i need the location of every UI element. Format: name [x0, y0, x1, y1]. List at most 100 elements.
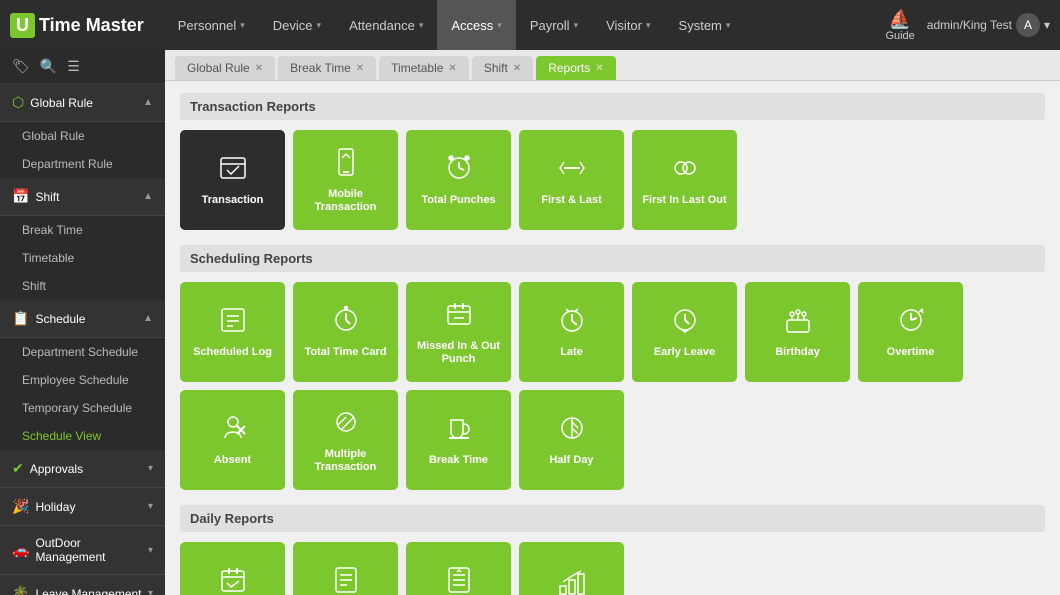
card-late[interactable]: Late: [519, 282, 624, 382]
sidebar-item-break-time[interactable]: Break Time: [0, 216, 165, 244]
chevron-icon: ▲: [143, 97, 153, 108]
search-icon[interactable]: 🔍: [40, 58, 57, 75]
sidebar-section-leave[interactable]: 🌴 Leave Management ▾: [0, 575, 165, 595]
guide-button[interactable]: ⛵ Guide: [885, 9, 914, 42]
user-info[interactable]: admin/King Test A ▾: [927, 13, 1050, 37]
sidebar-approvals-label: Approvals: [30, 462, 148, 476]
nav-device[interactable]: Device ▾: [259, 0, 335, 50]
guide-icon: ⛵: [889, 9, 911, 30]
sidebar-item-dept-schedule[interactable]: Department Schedule: [0, 338, 165, 366]
main-content: Transaction Reports Transaction Mobile T…: [165, 81, 1060, 595]
nav-system[interactable]: System ▾: [665, 0, 745, 50]
nav-payroll[interactable]: Payroll ▾: [516, 0, 592, 50]
daily-reports-section: Daily Reports: [180, 505, 1045, 532]
app-logo[interactable]: U Time Master: [10, 13, 144, 38]
card-multiple-transaction[interactable]: Multiple Transaction: [293, 390, 398, 490]
tab-reports-close[interactable]: ✕: [595, 63, 603, 74]
sidebar: 🏷 🔍 ☰ ⬡ Global Rule ▲ Global Rule Depart…: [0, 50, 165, 595]
nav-access[interactable]: Access ▾: [437, 0, 515, 50]
user-dropdown-icon: ▾: [1044, 18, 1050, 32]
scheduling-reports-grid: Scheduled Log Total Time Card Missed In …: [180, 282, 1045, 490]
sidebar-section-approvals[interactable]: ✔ Approvals ▾: [0, 450, 165, 488]
sidebar-item-timetable[interactable]: Timetable: [0, 244, 165, 272]
tab-timetable-close[interactable]: ✕: [448, 63, 456, 74]
tab-shift[interactable]: Shift ✕: [472, 56, 533, 80]
card-early-leave-label: Early Leave: [654, 346, 715, 359]
card-missed-in-out[interactable]: Missed In & Out Punch: [406, 282, 511, 382]
card-mobile-transaction[interactable]: Mobile Transaction: [293, 130, 398, 230]
mobile-transaction-icon: [330, 146, 362, 182]
card-daily-attendance[interactable]: Daily Attendance: [180, 542, 285, 595]
tab-shift-close[interactable]: ✕: [513, 63, 521, 74]
tab-global-rule-close[interactable]: ✕: [255, 63, 263, 74]
sidebar-item-temp-schedule[interactable]: Temporary Schedule: [0, 394, 165, 422]
sidebar-item-schedule-view[interactable]: Schedule View: [0, 422, 165, 450]
sidebar-section-outdoor[interactable]: 🚗 OutDoor Management ▾: [0, 526, 165, 575]
tab-timetable[interactable]: Timetable ✕: [379, 56, 469, 80]
card-scheduled-log-label: Scheduled Log: [193, 346, 272, 359]
card-absent-label: Absent: [214, 454, 251, 467]
approvals-icon: ✔: [12, 460, 24, 477]
sidebar-item-shift[interactable]: Shift: [0, 272, 165, 300]
early-leave-icon: [669, 304, 701, 340]
tab-global-rule[interactable]: Global Rule ✕: [175, 56, 275, 80]
tab-break-time-close[interactable]: ✕: [356, 63, 364, 74]
card-daily-status[interactable]: Daily Status: [519, 542, 624, 595]
nav-right: ⛵ Guide admin/King Test A ▾: [885, 9, 1050, 42]
sidebar-section-schedule[interactable]: 📋 Schedule ▲: [0, 300, 165, 338]
card-early-leave[interactable]: Early Leave: [632, 282, 737, 382]
nav-attendance[interactable]: Attendance ▾: [335, 0, 437, 50]
missed-in-out-icon: [443, 298, 475, 334]
birthday-icon: [782, 304, 814, 340]
card-scheduled-log[interactable]: Scheduled Log: [180, 282, 285, 382]
nav-visitor[interactable]: Visitor ▾: [592, 0, 664, 50]
card-birthday[interactable]: Birthday: [745, 282, 850, 382]
card-absent[interactable]: Absent: [180, 390, 285, 490]
chevron-holiday-icon: ▾: [148, 501, 153, 512]
sidebar-item-global-rule[interactable]: Global Rule: [0, 122, 165, 150]
card-total-time-card[interactable]: Total Time Card: [293, 282, 398, 382]
card-daily-summary[interactable]: Daily Summary: [406, 542, 511, 595]
shift-icon: 📅: [12, 188, 29, 205]
sidebar-item-department-rule[interactable]: Department Rule: [0, 150, 165, 178]
card-daily-details[interactable]: Daily Details: [293, 542, 398, 595]
sidebar-item-emp-schedule[interactable]: Employee Schedule: [0, 366, 165, 394]
card-break-time-label: Break Time: [429, 454, 488, 467]
tab-break-time-label: Break Time: [290, 61, 351, 75]
sidebar-schedule-label: Schedule: [35, 312, 143, 326]
leave-icon: 🌴: [12, 585, 29, 595]
card-first-in-last-out[interactable]: First In Last Out: [632, 130, 737, 230]
absent-icon: [217, 412, 249, 448]
nav-personnel[interactable]: Personnel ▾: [164, 0, 259, 50]
total-punches-icon: [443, 152, 475, 188]
chevron-schedule-icon: ▲: [143, 313, 153, 324]
daily-status-icon: [556, 564, 588, 595]
card-transaction-label: Transaction: [202, 194, 264, 207]
tag-icon[interactable]: 🏷: [12, 58, 30, 75]
card-overtime[interactable]: Overtime: [858, 282, 963, 382]
card-first-last[interactable]: First & Last: [519, 130, 624, 230]
card-total-time-card-label: Total Time Card: [304, 346, 386, 359]
card-total-punches-label: Total Punches: [421, 194, 495, 207]
tab-bar: Global Rule ✕ Break Time ✕ Timetable ✕ S…: [165, 50, 1060, 81]
card-total-punches[interactable]: Total Punches: [406, 130, 511, 230]
card-half-day[interactable]: Half Day: [519, 390, 624, 490]
tab-break-time[interactable]: Break Time ✕: [278, 56, 376, 80]
card-transaction[interactable]: Transaction: [180, 130, 285, 230]
list-icon[interactable]: ☰: [67, 58, 80, 75]
tab-reports[interactable]: Reports ✕: [536, 56, 615, 80]
sidebar-section-global-rule[interactable]: ⬡ Global Rule ▲: [0, 84, 165, 122]
logo-text: Time Master: [39, 15, 144, 36]
sidebar-section-shift[interactable]: 📅 Shift ▲: [0, 178, 165, 216]
user-avatar: A: [1016, 13, 1040, 37]
total-time-card-icon: [330, 304, 362, 340]
daily-details-icon: [330, 564, 362, 595]
card-break-time[interactable]: Break Time: [406, 390, 511, 490]
first-in-last-out-icon: [669, 152, 701, 188]
top-navbar: U Time Master Personnel ▾ Device ▾ Atten…: [0, 0, 1060, 50]
sidebar-global-rule-label: Global Rule: [30, 96, 143, 110]
user-name: admin/King Test: [927, 18, 1012, 32]
sidebar-section-holiday[interactable]: 🎉 Holiday ▾: [0, 488, 165, 526]
tab-timetable-label: Timetable: [391, 61, 443, 75]
card-missed-in-out-label: Missed In & Out Punch: [414, 340, 503, 366]
